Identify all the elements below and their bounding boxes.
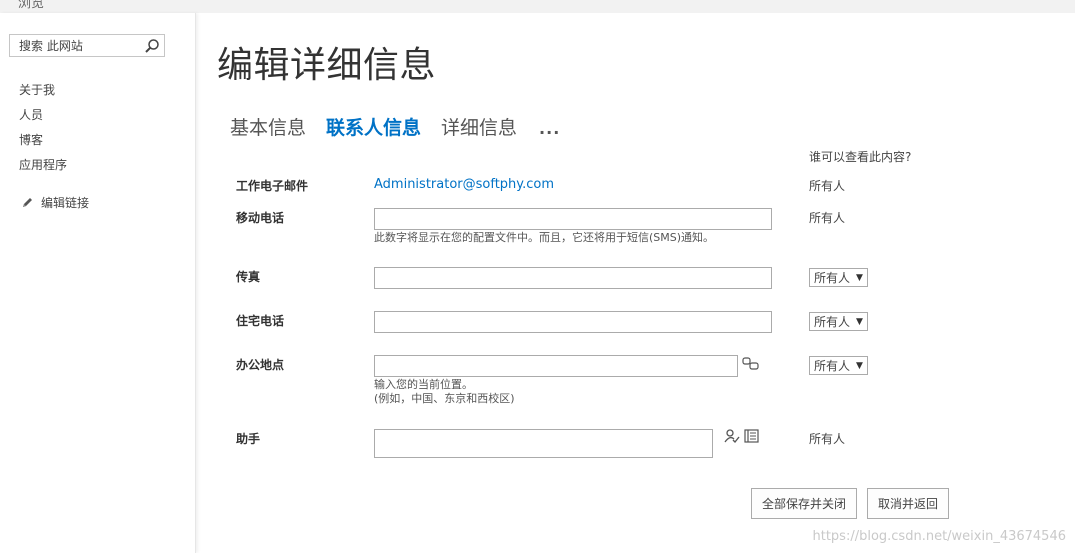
office-field[interactable] — [374, 355, 738, 377]
office-privacy-select[interactable]: 所有人 ▼ — [809, 356, 868, 375]
profile-tabs: 基本信息 联系人信息 详细信息 ... — [230, 113, 560, 140]
quick-launch: 关于我 人员 博客 应用程序 — [19, 82, 67, 182]
mobile-phone-hint: 此数字将显示在您的配置文件中。而且，它还将用于短信(SMS)通知。 — [374, 231, 715, 244]
tab-details[interactable]: 详细信息 — [441, 113, 517, 140]
sidebar-item-about-me[interactable]: 关于我 — [19, 82, 67, 107]
home-phone-label: 住宅电话 — [236, 314, 285, 328]
office-input[interactable] — [375, 357, 737, 377]
save-all-close-button[interactable]: 全部保存并关闭 — [751, 488, 857, 519]
site-search-box[interactable] — [9, 34, 165, 57]
work-email-privacy: 所有人 — [809, 179, 846, 193]
mobile-phone-label: 移动电话 — [236, 211, 285, 225]
sidebar-item-apps[interactable]: 应用程序 — [19, 157, 67, 182]
mobile-phone-input[interactable] — [375, 210, 771, 230]
home-phone-input[interactable] — [375, 313, 771, 333]
assistant-input[interactable] — [375, 430, 712, 457]
tab-contact-info[interactable]: 联系人信息 — [326, 113, 421, 140]
office-hint-line2: (例如，中国、东京和西校区) — [374, 392, 515, 405]
dropdown-arrow-icon: ▼ — [856, 316, 863, 327]
browse-tab[interactable]: 浏览 — [18, 0, 44, 11]
watermark: https://blog.csdn.net/weixin_43674546 — [812, 529, 1066, 544]
search-icon[interactable] — [144, 38, 160, 54]
edit-links-button[interactable]: 编辑链接 — [21, 194, 89, 211]
address-book-icon[interactable] — [743, 429, 761, 444]
page-title: 编辑详细信息 — [217, 45, 437, 86]
work-email-value[interactable]: Administrator@softphy.com — [374, 177, 554, 192]
assistant-field[interactable] — [374, 429, 713, 458]
office-label: 办公地点 — [236, 358, 285, 372]
edit-links-label: 编辑链接 — [41, 196, 90, 210]
office-hint-line1: 输入您的当前位置。 — [374, 378, 473, 391]
sidebar: 关于我 人员 博客 应用程序 编辑链接 — [0, 13, 196, 553]
office-privacy-value: 所有人 — [814, 359, 851, 373]
fax-field[interactable] — [374, 267, 772, 289]
pencil-icon — [23, 198, 32, 207]
fax-privacy-value: 所有人 — [814, 271, 851, 285]
home-phone-field[interactable] — [374, 311, 772, 333]
fax-label: 传真 — [236, 270, 261, 284]
work-email-label: 工作电子邮件 — [236, 179, 309, 193]
dropdown-arrow-icon: ▼ — [856, 272, 863, 283]
top-ribbon: 浏览 — [0, 0, 1075, 13]
mobile-phone-field[interactable] — [374, 208, 772, 230]
location-suggest-icon[interactable] — [742, 357, 759, 371]
cancel-back-button[interactable]: 取消并返回 — [867, 488, 949, 519]
fax-privacy-select[interactable]: 所有人 ▼ — [809, 268, 868, 287]
home-phone-privacy-select[interactable]: 所有人 ▼ — [809, 312, 868, 331]
sidebar-item-blog[interactable]: 博客 — [19, 132, 67, 157]
assistant-label: 助手 — [236, 432, 261, 446]
privacy-column-header: 谁可以查看此内容? — [809, 150, 912, 164]
tab-basic-info[interactable]: 基本信息 — [230, 113, 306, 140]
search-input[interactable] — [10, 35, 140, 56]
fax-input[interactable] — [375, 269, 771, 289]
assistant-privacy: 所有人 — [809, 432, 846, 446]
mobile-phone-privacy: 所有人 — [809, 211, 846, 225]
check-names-icon[interactable] — [724, 429, 740, 444]
home-phone-privacy-value: 所有人 — [814, 315, 851, 329]
tabs-more-button[interactable]: ... — [539, 119, 560, 138]
sidebar-item-people[interactable]: 人员 — [19, 107, 67, 132]
dropdown-arrow-icon: ▼ — [856, 360, 863, 371]
